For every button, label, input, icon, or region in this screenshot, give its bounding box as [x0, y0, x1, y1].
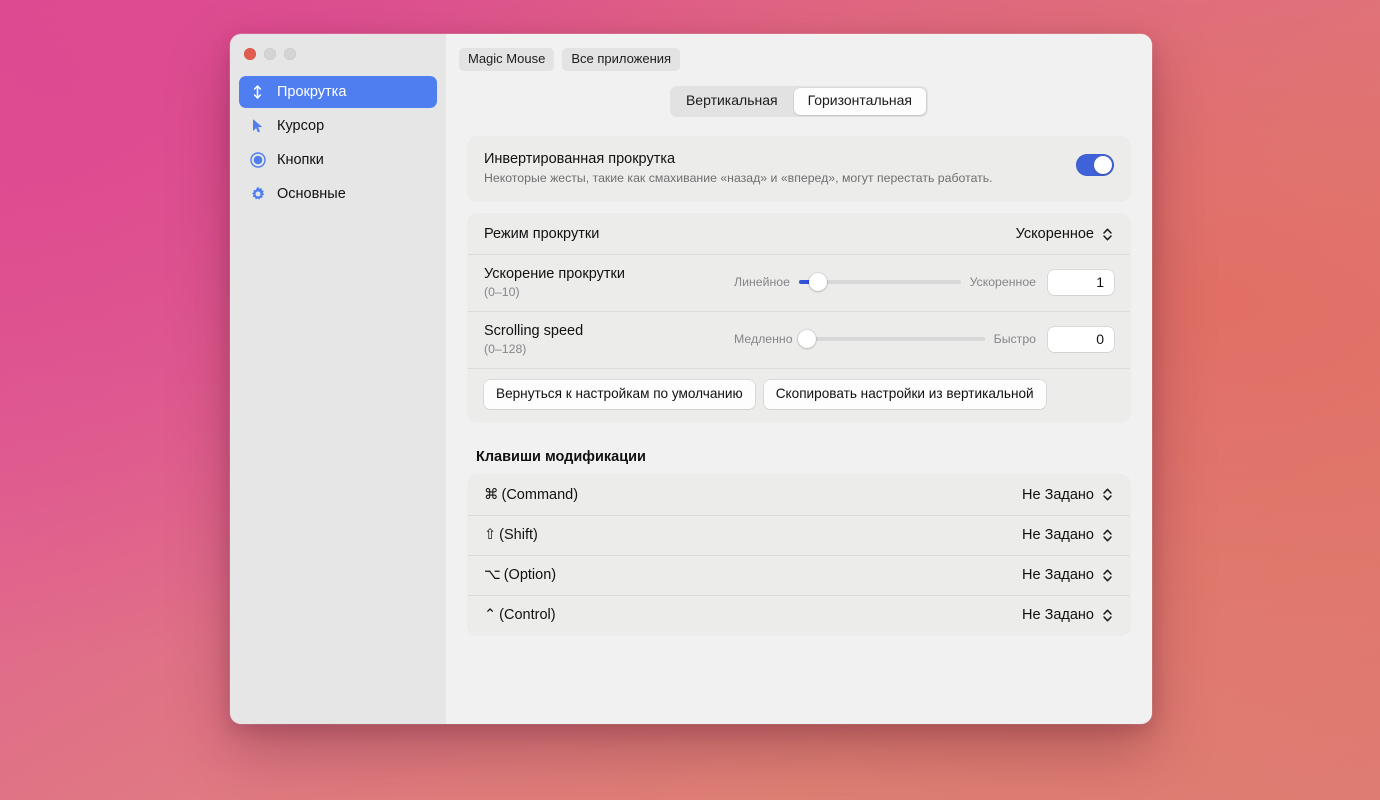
- scroll-updown-icon: [249, 84, 266, 101]
- direction-segmented-control-wrap: Вертикальная Горизонтальная: [446, 86, 1152, 117]
- modifier-option-value: Не Задано: [1022, 567, 1094, 584]
- modifier-key-label: ⌃ (Control): [484, 607, 556, 623]
- direction-segmented-control: Вертикальная Горизонтальная: [669, 86, 929, 117]
- acceleration-min-label: Линейное: [734, 275, 790, 290]
- speed-value-field[interactable]: 0: [1048, 326, 1114, 352]
- speed-min-label: Медленно: [734, 332, 793, 347]
- sidebar-item-cursor[interactable]: Курсор: [239, 110, 437, 142]
- sidebar-item-general[interactable]: Основные: [239, 178, 437, 210]
- speed-slider[interactable]: [798, 330, 985, 349]
- segment-vertical[interactable]: Вертикальная: [672, 88, 792, 115]
- settings-content: Инвертированная прокрутка Некоторые жест…: [446, 136, 1152, 635]
- speed-range: (0–128): [484, 341, 527, 356]
- main-panel: Magic Mouse Все приложения Вертикальная …: [446, 34, 1152, 724]
- chevron-updown-icon: [1101, 607, 1114, 624]
- device-tabs: Magic Mouse Все приложения: [446, 34, 1152, 72]
- modifier-option-dropdown[interactable]: Не Задано: [1022, 567, 1114, 584]
- reset-defaults-button[interactable]: Вернуться к настройкам по умолчанию: [484, 379, 755, 409]
- radio-circle-icon: [249, 152, 266, 169]
- modifier-row-control: ⌃ (Control) Не Задано: [468, 594, 1130, 635]
- inverted-scrolling-card: Инвертированная прокрутка Некоторые жест…: [468, 136, 1130, 202]
- speed-max-label: Быстро: [993, 332, 1036, 347]
- chevron-updown-icon: [1101, 567, 1114, 584]
- scroll-mode-dropdown[interactable]: Ускоренное: [1016, 226, 1114, 243]
- shift-glyph-icon: ⇧: [484, 527, 497, 544]
- sidebar-item-label: Прокрутка: [277, 83, 347, 100]
- scroll-settings-card: Режим прокрутки Ускоренное Ускорение про…: [468, 214, 1130, 422]
- sidebar-item-buttons[interactable]: Кнопки: [239, 144, 437, 176]
- modifier-key-name: (Command): [501, 486, 579, 503]
- modifier-shift-value: Не Задано: [1022, 527, 1094, 544]
- chevron-updown-icon: [1101, 486, 1114, 503]
- sidebar-item-label: Кнопки: [277, 151, 324, 168]
- chevron-updown-icon: [1101, 527, 1114, 544]
- sidebar-item-label: Курсор: [277, 117, 325, 134]
- cursor-arrow-icon: [249, 118, 266, 135]
- acceleration-range: (0–10): [484, 284, 520, 299]
- modifier-command-dropdown[interactable]: Не Задано: [1022, 486, 1114, 503]
- modifier-keys-card: ⌘ (Command) Не Задано ⇧ (Shift) Не Задан…: [468, 474, 1130, 635]
- acceleration-slider-group: Линейное Ускоренное 1: [734, 269, 1114, 295]
- chevron-updown-icon: [1101, 226, 1114, 243]
- modifier-shift-dropdown[interactable]: Не Задано: [1022, 527, 1114, 544]
- modifier-key-label: ⇧ (Shift): [484, 527, 538, 543]
- segment-horizontal[interactable]: Горизонтальная: [793, 88, 927, 115]
- acceleration-label-col: Ускорение прокрутки (0–10): [484, 266, 734, 299]
- minimize-window-button[interactable]: [264, 48, 276, 60]
- modifier-key-label: ⌥ (Option): [484, 567, 556, 583]
- modifier-command-value: Не Задано: [1022, 486, 1094, 503]
- acceleration-value-field[interactable]: 1: [1048, 269, 1114, 295]
- acceleration-slider[interactable]: [798, 273, 961, 292]
- inverted-scrolling-row: Инвертированная прокрутка Некоторые жест…: [468, 137, 1130, 201]
- scroll-mode-value: Ускоренное: [1015, 226, 1094, 243]
- sidebar: Прокрутка Курсор Кнопки Основные: [230, 34, 446, 724]
- modifier-key-name: (Option): [503, 567, 557, 584]
- modifier-key-name: (Control): [499, 607, 556, 624]
- acceleration-row: Ускорение прокрутки (0–10) Линейное Уско…: [468, 254, 1130, 311]
- modifier-row-shift: ⇧ (Shift) Не Задано: [468, 514, 1130, 555]
- slider-thumb[interactable]: [798, 330, 817, 349]
- copy-from-vertical-button[interactable]: Скопировать настройки из вертикальной: [763, 379, 1046, 409]
- maximize-window-button[interactable]: [284, 48, 296, 60]
- modifier-key-label: ⌘ (Command): [484, 487, 578, 503]
- modifier-row-command: ⌘ (Command) Не Задано: [468, 475, 1130, 515]
- acceleration-label: Ускорение прокрутки: [484, 266, 625, 283]
- close-window-button[interactable]: [244, 48, 256, 60]
- speed-label-col: Scrolling speed (0–128): [484, 323, 734, 356]
- modifier-control-dropdown[interactable]: Не Задано: [1022, 607, 1114, 624]
- sidebar-item-scroll[interactable]: Прокрутка: [239, 76, 437, 108]
- tab-magic-mouse[interactable]: Magic Mouse: [459, 48, 555, 72]
- scroll-actions: Вернуться к настройкам по умолчанию Скоп…: [468, 367, 1130, 422]
- slider-track: [801, 337, 985, 342]
- sidebar-item-label: Основные: [277, 185, 346, 202]
- scroll-mode-row: Режим прокрутки Ускоренное: [468, 214, 1130, 254]
- control-glyph-icon: ⌃: [484, 607, 497, 624]
- command-glyph-icon: ⌘: [484, 486, 499, 503]
- scroll-mode-label: Режим прокрутки: [484, 226, 600, 243]
- option-glyph-icon: ⌥: [484, 567, 501, 584]
- speed-label: Scrolling speed: [484, 322, 584, 339]
- speed-slider-group: Медленно Быстро 0: [734, 326, 1114, 352]
- acceleration-max-label: Ускоренное: [969, 275, 1036, 290]
- inverted-scrolling-description: Некоторые жесты, такие как смахивание «н…: [484, 170, 993, 185]
- inverted-scrolling-text: Инвертированная прокрутка Некоторые жест…: [484, 151, 1076, 186]
- modifier-row-option: ⌥ (Option) Не Задано: [468, 554, 1130, 595]
- slider-thumb[interactable]: [809, 273, 828, 292]
- app-window: Прокрутка Курсор Кнопки Основные Magic M…: [230, 34, 1152, 724]
- modifier-key-name: (Shift): [499, 527, 538, 544]
- speed-row: Scrolling speed (0–128) Медленно Быстро …: [468, 310, 1130, 368]
- tab-all-apps[interactable]: Все приложения: [562, 48, 681, 72]
- modifier-keys-title: Клавиши модификации: [476, 448, 646, 465]
- toggle-knob: [1094, 155, 1112, 174]
- gear-icon: [249, 186, 266, 203]
- inverted-scrolling-title: Инвертированная прокрутка: [484, 150, 676, 167]
- modifier-control-value: Не Задано: [1022, 607, 1094, 624]
- window-controls: [244, 48, 296, 60]
- inverted-scrolling-toggle[interactable]: [1076, 153, 1114, 176]
